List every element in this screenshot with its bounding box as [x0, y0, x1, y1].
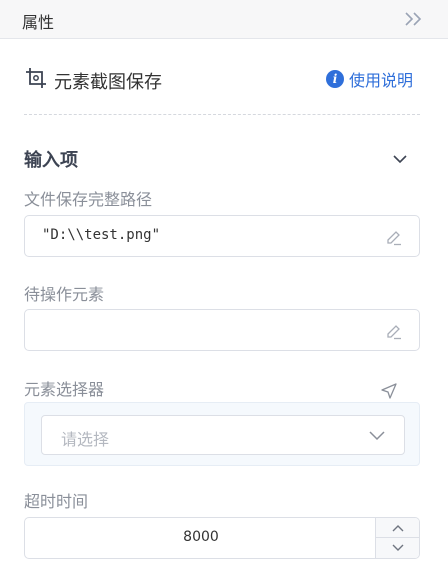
divider	[24, 114, 420, 115]
timeout-stepper	[375, 518, 419, 558]
timeout-input[interactable]: 8000	[24, 517, 420, 559]
edit-icon[interactable]	[385, 228, 403, 246]
chevron-down-icon	[392, 544, 403, 551]
edit-icon[interactable]	[385, 322, 403, 340]
selector-panel: 请选择	[24, 402, 420, 466]
component-title: 元素截图保存	[54, 72, 162, 93]
panel-header: 属性	[0, 0, 448, 39]
info-icon: i	[326, 70, 344, 88]
target-element-input[interactable]	[24, 309, 420, 351]
file-path-value: "D:\\test.png"	[42, 227, 161, 243]
target-element-label: 待操作元素	[24, 285, 105, 304]
increment-button[interactable]	[376, 518, 419, 538]
double-chevron-right-icon[interactable]	[402, 8, 426, 30]
crop-icon	[24, 66, 48, 90]
cursor-arrow-icon[interactable]	[380, 382, 398, 400]
file-path-input[interactable]: "D:\\test.png"	[24, 215, 420, 257]
element-selector-label: 元素选择器	[24, 380, 105, 399]
section-title: 输入项	[24, 150, 78, 171]
timeout-value: 8000	[183, 529, 219, 545]
help-link[interactable]: i 使用说明	[326, 68, 413, 90]
selector-placeholder: 请选择	[61, 430, 110, 449]
chevron-down-icon[interactable]	[390, 149, 410, 169]
timeout-label: 超时时间	[24, 492, 89, 511]
panel-title: 属性	[22, 13, 55, 32]
help-label: 使用说明	[349, 71, 414, 90]
chevron-down-icon	[368, 426, 386, 444]
chevron-up-icon	[392, 524, 403, 531]
element-selector-dropdown[interactable]: 请选择	[41, 415, 405, 455]
decrement-button[interactable]	[376, 538, 419, 558]
component-row: 元素截图保存 i 使用说明	[0, 62, 448, 98]
file-path-label: 文件保存完整路径	[24, 190, 153, 209]
